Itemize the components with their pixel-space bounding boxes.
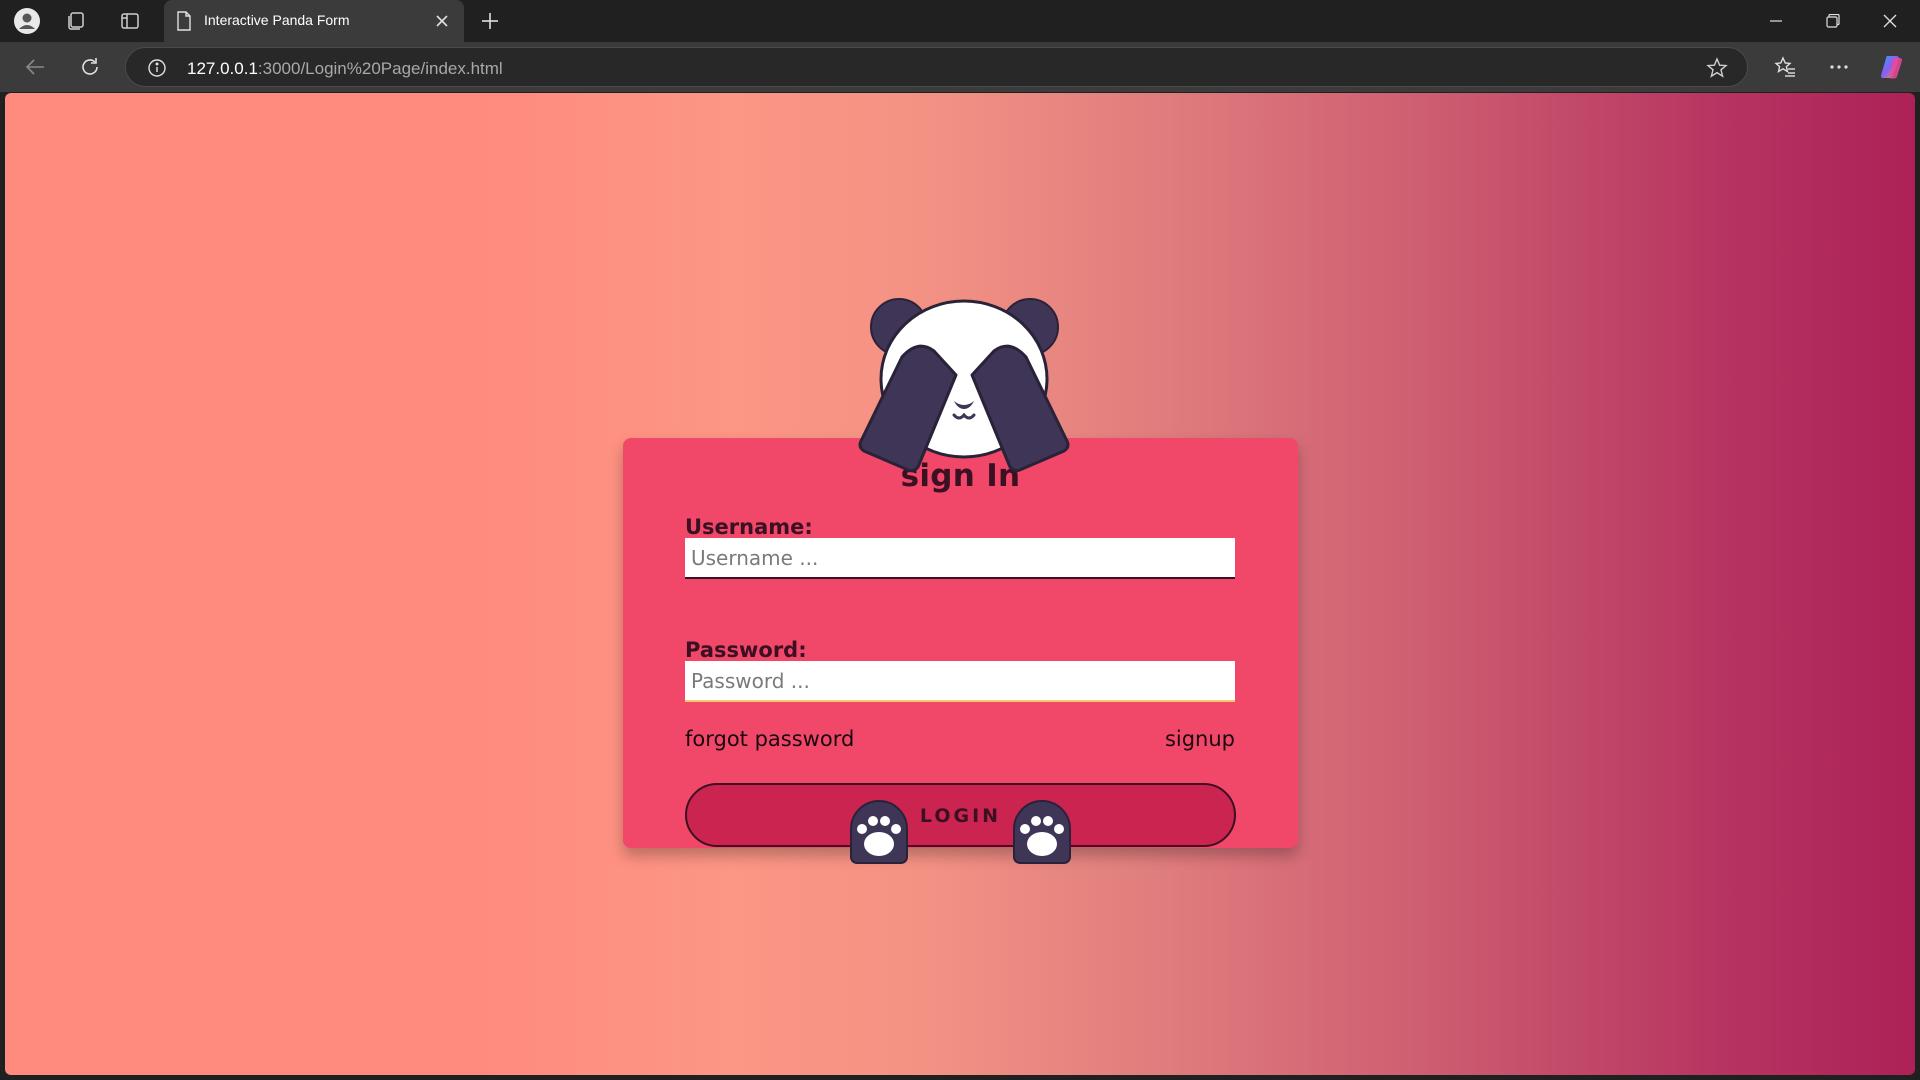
left-paw-icon	[850, 800, 908, 864]
close-icon[interactable]	[432, 11, 452, 31]
page-icon	[176, 11, 192, 35]
refresh-icon[interactable]	[75, 52, 105, 82]
more-icon[interactable]	[1824, 52, 1854, 82]
minimize-icon[interactable]	[1748, 0, 1804, 42]
username-input[interactable]	[685, 538, 1235, 579]
url-host: 127.0.0.1	[187, 59, 258, 78]
favorites-icon[interactable]	[1770, 52, 1800, 82]
signup-link[interactable]: signup	[1165, 727, 1235, 751]
star-icon[interactable]	[1705, 56, 1729, 80]
right-paw-icon	[1013, 800, 1071, 864]
username-label: Username:	[685, 515, 813, 539]
info-icon[interactable]	[146, 57, 168, 79]
url-text[interactable]: 127.0.0.1:3000/Login%20Page/index.html	[187, 59, 503, 79]
title-bar: Interactive Panda Form	[0, 0, 1920, 42]
browser-toolbar: 127.0.0.1:3000/Login%20Page/index.html	[0, 42, 1920, 92]
password-label: Password:	[685, 638, 807, 662]
login-button[interactable]: LOGIN	[685, 783, 1236, 847]
login-card: sign In Username: Password: forgot passw…	[623, 438, 1298, 848]
copilot-icon[interactable]	[1878, 52, 1908, 82]
profile-icon[interactable]	[12, 6, 42, 36]
sidebar-icon[interactable]	[115, 6, 145, 36]
url-path: :3000/Login%20Page/index.html	[257, 59, 503, 78]
window-close-icon[interactable]	[1862, 0, 1918, 42]
tab-title: Interactive Panda Form	[204, 12, 350, 28]
forgot-password-link[interactable]: forgot password	[685, 727, 854, 751]
plus-icon[interactable]	[476, 7, 504, 35]
page-viewport: sign In Username: Password: forgot passw…	[5, 93, 1915, 1075]
password-input[interactable]	[685, 661, 1235, 702]
collections-icon[interactable]	[62, 6, 92, 36]
address-bar[interactable]: 127.0.0.1:3000/Login%20Page/index.html	[125, 47, 1748, 87]
back-icon[interactable]	[20, 52, 50, 82]
panda-icon	[858, 298, 1070, 473]
active-tab[interactable]: Interactive Panda Form	[164, 0, 464, 42]
restore-icon[interactable]	[1805, 0, 1861, 42]
